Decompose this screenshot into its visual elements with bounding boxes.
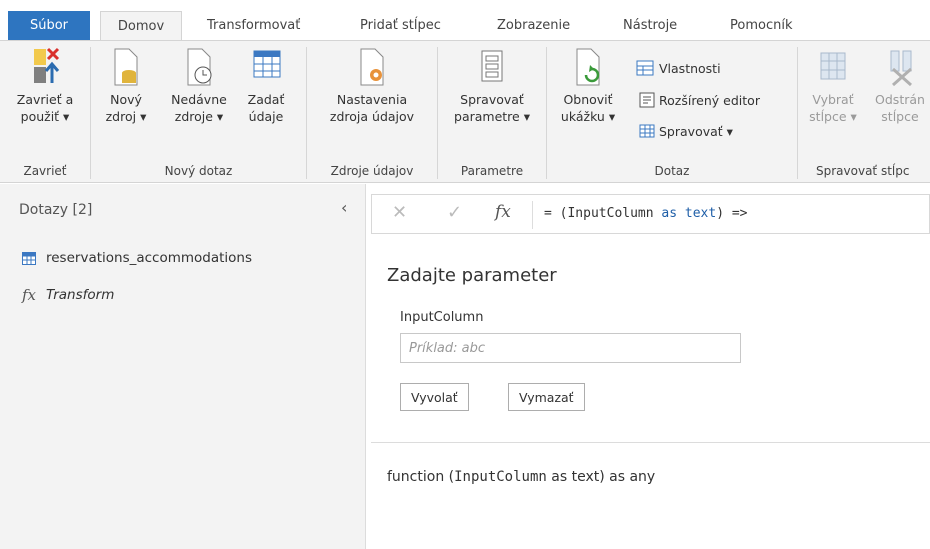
remove-columns-icon (890, 50, 912, 87)
formula-input[interactable]: = (InputColumn as text) => (544, 206, 748, 221)
tab-transform[interactable]: Transformovať (205, 11, 302, 40)
group-label-new-query: Nový dotaz (164, 164, 233, 178)
tab-home[interactable]: Domov (100, 11, 182, 40)
recent-sources-icon (187, 48, 212, 86)
recent-sources-label-2: zdroje ▾ (174, 109, 224, 124)
close-apply-icon (34, 47, 60, 83)
refresh-preview-button[interactable]: Obnoviť ukážku ▾ (555, 45, 621, 125)
refresh-preview-label-2: ukážku ▾ (560, 109, 616, 124)
choose-columns-icon (820, 52, 846, 80)
properties-button[interactable]: Vlastnosti (635, 59, 721, 77)
enter-data-label-2: údaje (248, 109, 284, 124)
gear-document-icon (360, 48, 384, 86)
refresh-icon (576, 48, 600, 86)
new-source-label-1: Nový (110, 92, 142, 107)
formula-keyword-text: text (684, 206, 717, 221)
group-data-sources: Nastavenia zdroja údajov Zdroje údajov (307, 41, 437, 182)
group-close: Zavrieť a použiť ▾ Zavrieť (0, 41, 90, 182)
choose-columns-button[interactable]: Vybrať stĺpce ▾ (806, 45, 860, 125)
query-item-function[interactable]: fx Transform (22, 286, 114, 304)
enter-data-button[interactable]: Zadať údaje (241, 45, 291, 125)
group-label-data-sources: Zdroje údajov (330, 164, 414, 178)
group-new-query: Nový zdroj ▾ Nedávne zdroje ▾ Zadať údaj… (91, 41, 306, 182)
input-column-label: InputColumn (400, 310, 484, 325)
ribbon-tab-bar: Súbor Domov Transformovať Pridať stĺpec … (0, 0, 930, 40)
ribbon: Zavrieť a použiť ▾ Zavrieť Nový zdroj ▾ (0, 40, 930, 183)
recent-sources-button[interactable]: Nedávne zdroje ▾ (169, 45, 229, 125)
input-column-field[interactable] (400, 333, 741, 363)
formula-text-part: ) => (716, 206, 748, 221)
confirm-formula-icon[interactable]: ✓ (447, 202, 462, 223)
invoke-button[interactable]: Vyvolať (400, 383, 469, 411)
group-label-manage-columns: Spravovať stĺpc (816, 164, 910, 178)
close-apply-label-2: použiť ▾ (20, 109, 70, 124)
insert-function-icon[interactable]: fx (495, 202, 511, 222)
choose-columns-label-2: stĺpce ▾ (809, 109, 857, 124)
remove-columns-button[interactable]: Odstrán stĺpce (870, 45, 930, 125)
collapse-pane-icon[interactable]: ‹ (341, 198, 347, 217)
signature-text-part: function ( (387, 469, 455, 485)
enter-data-label-1: Zadať (247, 92, 285, 107)
source-settings-label-1: Nastavenia (336, 92, 408, 107)
choose-columns-label-1: Vybrať (812, 92, 854, 107)
tab-tools[interactable]: Nástroje (621, 11, 679, 40)
properties-label: Vlastnosti (659, 60, 721, 76)
function-icon: fx (22, 286, 37, 304)
formula-keyword-as: as (661, 206, 678, 221)
signature-param: InputColumn (454, 469, 547, 485)
close-apply-button[interactable]: Zavrieť a použiť ▾ (8, 45, 82, 125)
queries-pane: Dotazy [2] ‹ reservations_accommodations… (0, 184, 366, 549)
query-item-label: Transform (46, 287, 115, 303)
group-query: Obnoviť ukážku ▾ Vlastnosti Rozšírený ed… (547, 41, 797, 182)
manage-params-label-1: Spravovať (460, 92, 524, 107)
remove-columns-label-2: stĺpce (881, 109, 919, 124)
signature-text-part: as text) as any (546, 469, 656, 485)
tab-file[interactable]: Súbor (8, 11, 90, 40)
parameters-icon (481, 50, 503, 82)
main-content: ✕ ✓ fx = (InputColumn as text) => Zadajt… (367, 184, 930, 549)
enter-parameter-title: Zadajte parameter (387, 265, 557, 286)
formula-text-part: = (InputColumn (544, 206, 662, 221)
power-query-editor: Súbor Domov Transformovať Pridať stĺpec … (0, 0, 930, 549)
group-label-close: Zavrieť (23, 164, 67, 178)
close-apply-label-1: Zavrieť a (16, 92, 74, 107)
manage-params-label-2: parametre ▾ (454, 109, 530, 124)
advanced-editor-button[interactable]: Rozšírený editor (639, 92, 760, 108)
new-source-label-2: zdroj ▾ (105, 109, 147, 124)
formula-text-part (677, 206, 685, 221)
table-icon (22, 251, 36, 265)
manage-label: Spravovať ▾ (659, 123, 733, 139)
table-icon (639, 124, 655, 138)
queries-header: Dotazy [2] (19, 202, 93, 218)
advanced-editor-icon (639, 92, 655, 108)
group-label-parameters: Parametre (460, 164, 524, 178)
tab-view[interactable]: Zobrazenie (495, 11, 572, 40)
manage-parameters-button[interactable]: Spravovať parametre ▾ (446, 45, 538, 125)
tab-add-column[interactable]: Pridať stĺpec (358, 11, 443, 40)
group-parameters: Spravovať parametre ▾ Parametre (438, 41, 546, 182)
query-item-label: reservations_accommodations (46, 250, 253, 266)
formula-bar: ✕ ✓ fx = (InputColumn as text) => (371, 194, 930, 234)
group-label-query: Dotaz (654, 164, 690, 178)
properties-icon (636, 60, 654, 76)
divider (371, 442, 930, 443)
manage-query-button[interactable]: Spravovať ▾ (639, 123, 733, 139)
formula-divider (532, 201, 533, 229)
recent-sources-label-1: Nedávne (171, 92, 227, 107)
new-source-icon (114, 48, 138, 86)
tab-help[interactable]: Pomocník (728, 11, 794, 40)
function-signature: function (InputColumn as text) as any (387, 469, 655, 485)
clear-button[interactable]: Vymazať (508, 383, 585, 411)
remove-columns-label-1: Odstrán (875, 92, 925, 107)
refresh-preview-label-1: Obnoviť (563, 92, 613, 107)
group-manage-columns: Vybrať stĺpce ▾ Odstrán stĺpce Spravovať… (798, 41, 930, 182)
data-source-settings-button[interactable]: Nastavenia zdroja údajov (317, 45, 427, 125)
query-item-table[interactable]: reservations_accommodations (22, 250, 252, 266)
table-grid-icon (253, 50, 281, 78)
cancel-formula-icon[interactable]: ✕ (392, 202, 407, 223)
advanced-editor-label: Rozšírený editor (659, 92, 760, 108)
new-source-button[interactable]: Nový zdroj ▾ (105, 45, 147, 125)
source-settings-label-2: zdroja údajov (329, 109, 415, 124)
